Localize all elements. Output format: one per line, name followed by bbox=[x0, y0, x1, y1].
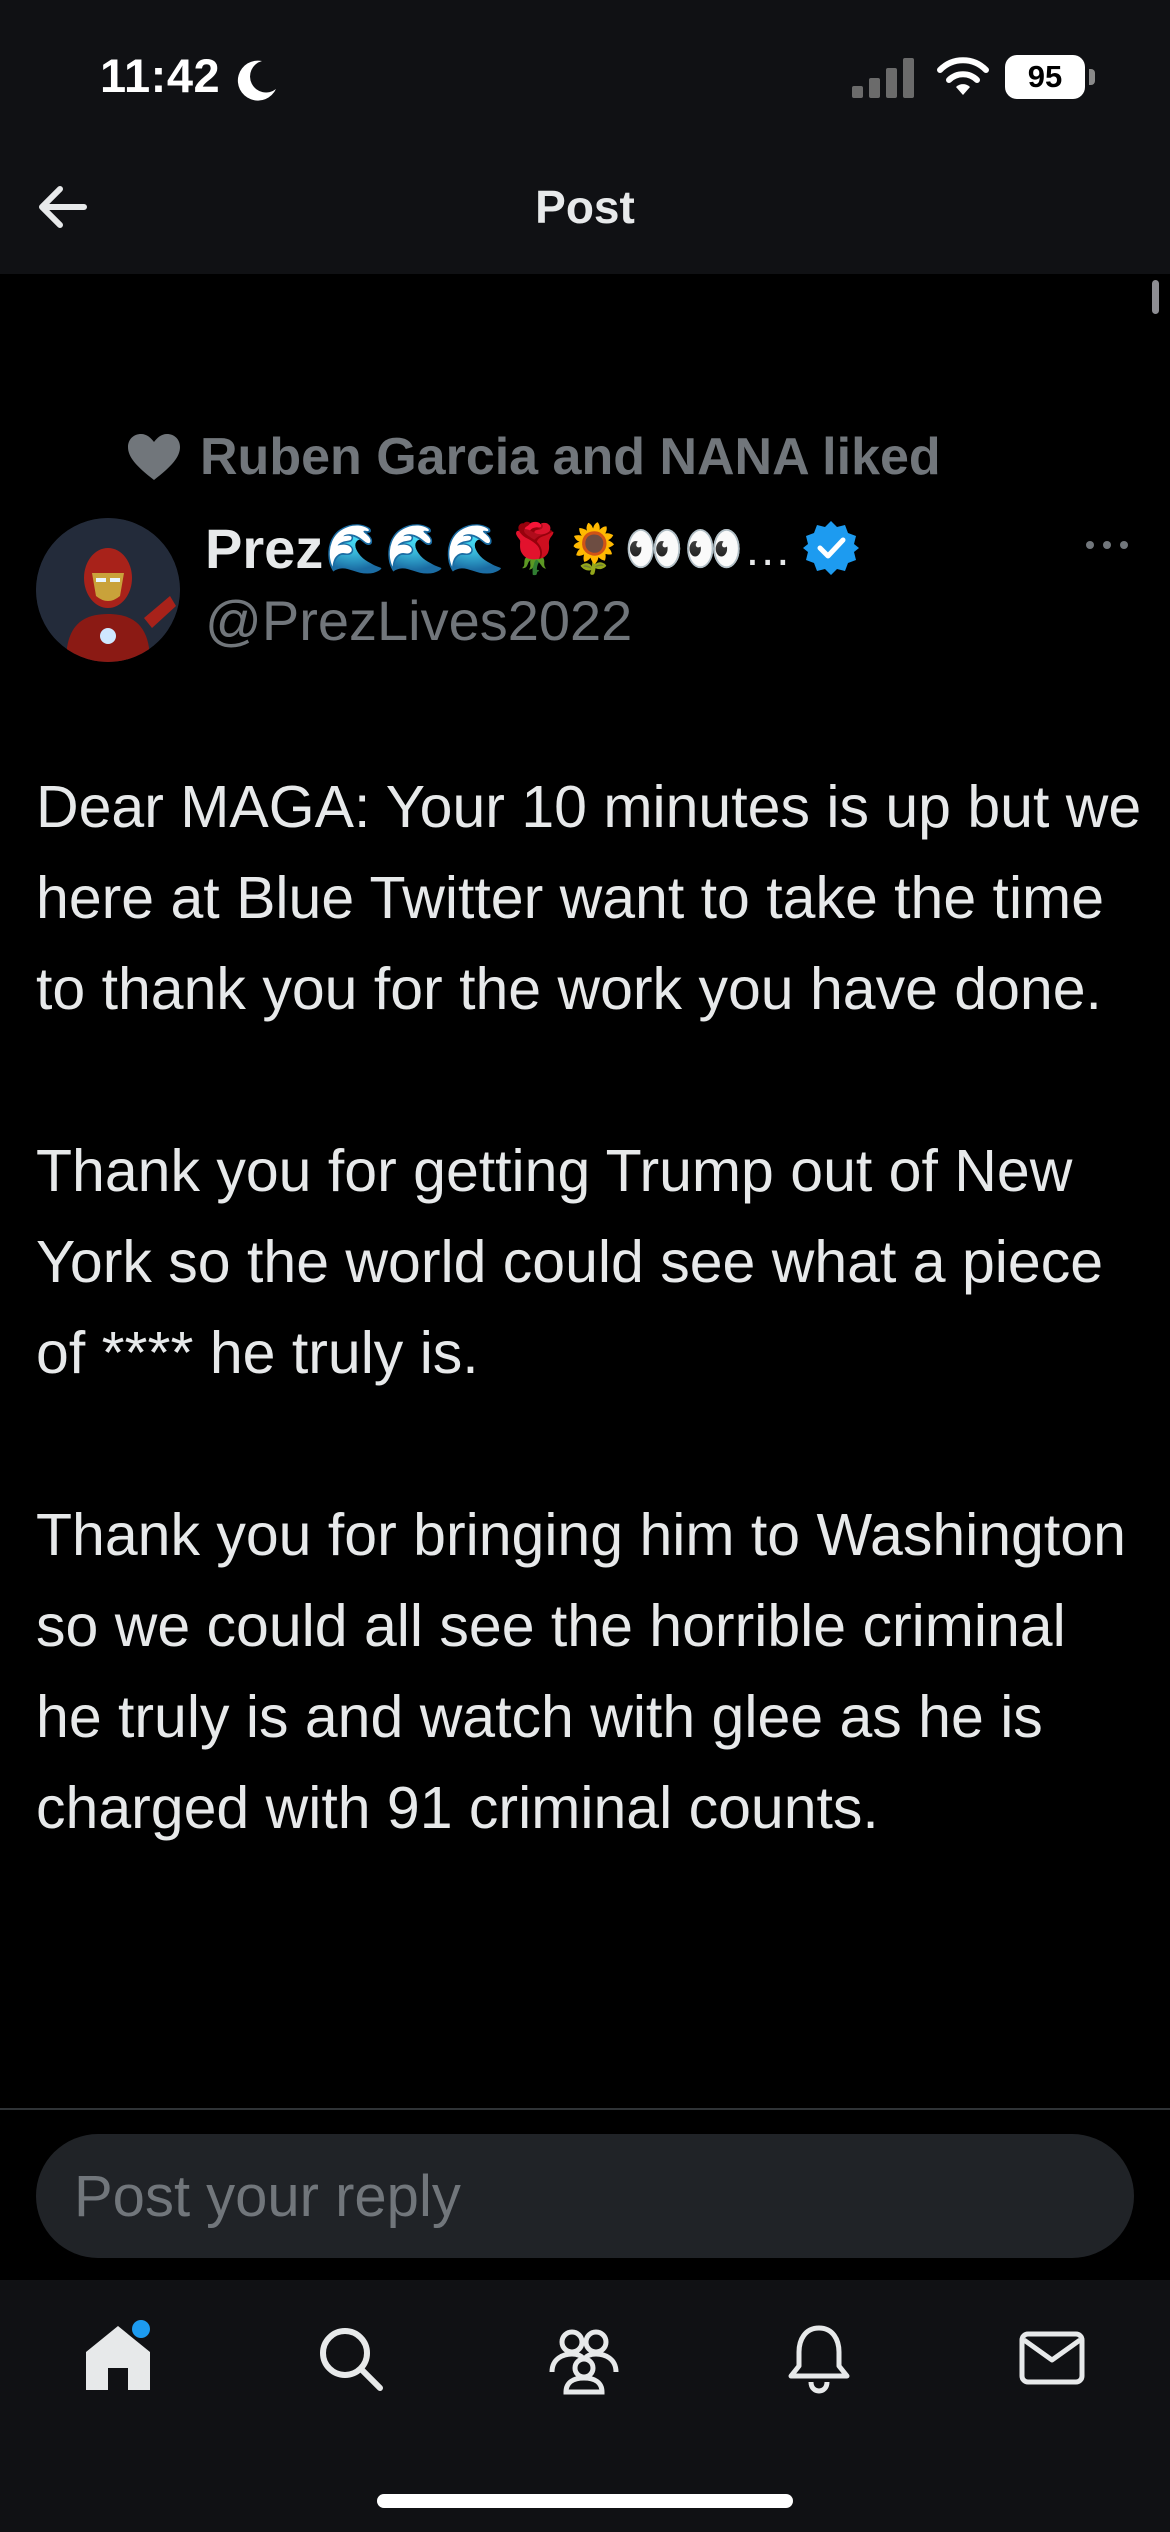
battery-cap bbox=[1089, 69, 1095, 85]
author-row[interactable]: Prez 🌊🌊🌊🌹🌻👀👀… bbox=[205, 510, 860, 586]
heart-icon bbox=[128, 434, 180, 480]
cellular-signal-icon bbox=[852, 58, 914, 98]
communities-icon[interactable] bbox=[546, 2320, 622, 2396]
moon-icon bbox=[237, 60, 276, 101]
reply-placeholder: Post your reply bbox=[74, 2163, 461, 2229]
status-time: 11:42 bbox=[100, 49, 221, 102]
author-handle[interactable]: @PrezLives2022 bbox=[205, 588, 632, 653]
author-name-emoji: 🌊🌊🌊🌹🌻👀👀… bbox=[325, 522, 792, 576]
header: Post bbox=[0, 140, 1170, 274]
reply-bar: Post your reply bbox=[0, 2110, 1170, 2280]
home-indicator[interactable] bbox=[377, 2494, 793, 2508]
status-bar: 11:42 95 bbox=[0, 0, 1170, 140]
scrollbar[interactable] bbox=[1152, 280, 1159, 314]
avatar-image bbox=[36, 518, 180, 662]
post-paragraph: Thank you for bringing him to Washington… bbox=[36, 1502, 1126, 1841]
tab-bar bbox=[0, 2280, 1170, 2532]
wifi-icon bbox=[937, 57, 989, 95]
battery-indicator: 95 bbox=[1005, 55, 1097, 99]
post-paragraph: Thank you for getting Trump out of New Y… bbox=[36, 1138, 1104, 1386]
mail-icon[interactable] bbox=[1014, 2320, 1090, 2396]
author-name[interactable]: Prez bbox=[205, 516, 323, 581]
avatar[interactable] bbox=[36, 518, 180, 662]
social-context-text: Ruben Garcia and NANA liked bbox=[200, 428, 941, 486]
bell-icon[interactable] bbox=[781, 2320, 857, 2396]
post-paragraph: Dear MAGA: Your 10 minutes is up but we … bbox=[36, 774, 1142, 1022]
notification-dot bbox=[132, 2320, 150, 2338]
verified-badge-icon bbox=[802, 521, 859, 575]
battery-level: 95 bbox=[1005, 55, 1085, 99]
reply-input[interactable]: Post your reply bbox=[36, 2134, 1134, 2258]
search-icon[interactable] bbox=[312, 2320, 388, 2396]
page-title: Post bbox=[535, 181, 635, 233]
social-context: Ruben Garcia and NANA liked bbox=[126, 422, 941, 492]
post-text: Dear MAGA: Your 10 minutes is up but we … bbox=[36, 762, 1146, 1854]
more-options-icon[interactable] bbox=[1082, 525, 1132, 565]
